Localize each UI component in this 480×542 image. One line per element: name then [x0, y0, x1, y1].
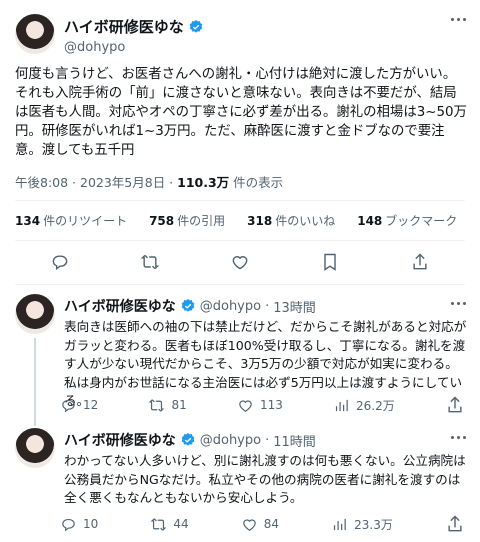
author-handle[interactable]: @dohypo	[64, 40, 204, 55]
more-options-icon[interactable]	[451, 18, 466, 21]
like-stat[interactable]: 318 件のいいね	[247, 212, 335, 229]
tweet-stats: 134 件のリツイート 758 件の引用 318 件のいいね 148 ブックマーク	[15, 212, 457, 229]
reply-handle[interactable]: @dohypo	[200, 299, 261, 314]
more-options-icon[interactable]	[451, 302, 466, 305]
reply-author-name[interactable]: ハイボ研修医ゆな	[64, 296, 176, 316]
verified-badge-icon	[189, 19, 203, 33]
retweet-stat[interactable]: 134 件のリツイート	[15, 212, 127, 229]
tweet-meta: 午後8:08 · 2023年5月8日 · 110.3万 件の表示	[15, 172, 283, 191]
share-icon[interactable]	[445, 395, 465, 415]
reply-actions: 10 44 84 23.3万	[60, 514, 465, 534]
reply-count: 10	[83, 517, 99, 531]
verified-badge-icon	[181, 299, 195, 312]
share-icon[interactable]	[410, 252, 430, 272]
more-options-icon[interactable]	[451, 436, 466, 439]
divider	[15, 240, 465, 241]
tweet-text: 何度も言うけど、お医者さんへの謝礼・心付けは絶対に渡した方がいい。それも入院手術…	[15, 67, 467, 158]
separator-dot: ·	[265, 432, 270, 448]
reply-author-name[interactable]: ハイボ研修医ゆな	[64, 430, 176, 450]
like-icon	[242, 518, 256, 531]
reply-count: 12	[83, 398, 99, 412]
reply-avatar[interactable]	[15, 294, 55, 334]
views-chart-icon	[334, 518, 346, 530]
retweet-count: 81	[171, 398, 187, 412]
reply-icon	[62, 518, 75, 531]
reply-actions: 12 81 113 26.2万	[60, 395, 465, 415]
share-icon[interactable]	[445, 514, 465, 534]
views-button[interactable]: 26.2万	[333, 395, 395, 415]
author-name[interactable]: ハイボ研修医ゆな	[64, 16, 184, 37]
retweet-icon[interactable]	[140, 252, 160, 272]
bookmark-icon[interactable]	[320, 252, 340, 272]
reply-icon[interactable]	[50, 252, 70, 272]
reply-button[interactable]: 10	[60, 514, 98, 534]
reply-time[interactable]: 11時間	[273, 431, 316, 450]
reply-text: わかってない人多いけど、別に謝礼渡すのは何も悪くない。公立病院は公務員だからNG…	[64, 453, 466, 505]
like-count: 84	[263, 517, 280, 531]
like-count: 113	[259, 398, 283, 412]
like-icon[interactable]	[230, 252, 250, 272]
reply-icon	[62, 399, 75, 412]
views-chart-icon	[335, 399, 348, 411]
separator-dot: ·	[265, 298, 270, 314]
like-button[interactable]: 84	[241, 514, 279, 534]
views-button[interactable]: 23.3万	[331, 514, 393, 534]
reply-button[interactable]: 12	[60, 395, 98, 415]
views-count: 23.3万	[354, 517, 393, 532]
retweet-icon	[149, 398, 165, 412]
author-block: ハイボ研修医ゆな @dohypo	[64, 16, 204, 55]
reply-header: ハイボ研修医ゆな @dohypo · 11時間	[64, 430, 316, 450]
retweet-count: 44	[173, 517, 189, 531]
retweet-button[interactable]: 44	[150, 514, 189, 534]
divider	[15, 284, 465, 285]
like-icon	[239, 399, 252, 412]
tweet-actions	[15, 252, 465, 272]
divider	[15, 200, 465, 201]
reply-handle[interactable]: @dohypo	[200, 433, 261, 448]
author-avatar[interactable]	[15, 14, 55, 54]
views-count: 110.3万	[177, 175, 230, 190]
thread-line	[34, 418, 36, 426]
quote-stat[interactable]: 758 件の引用	[149, 212, 225, 229]
verified-badge-icon	[181, 433, 195, 446]
like-button[interactable]: 113	[237, 395, 283, 415]
views-count: 26.2万	[356, 398, 395, 413]
retweet-button[interactable]: 81	[148, 395, 187, 415]
reply-header: ハイボ研修医ゆな @dohypo · 13時間	[64, 296, 316, 316]
reply-time[interactable]: 13時間	[273, 297, 316, 316]
reply-avatar[interactable]	[15, 428, 55, 468]
thread-line	[34, 338, 36, 418]
retweet-icon	[151, 517, 167, 531]
views-label: 件の表示	[229, 175, 284, 190]
bookmark-stat[interactable]: 148 ブックマーク	[357, 212, 457, 229]
tweet-timestamp[interactable]: 午後8:08 · 2023年5月8日 ·	[15, 175, 177, 190]
